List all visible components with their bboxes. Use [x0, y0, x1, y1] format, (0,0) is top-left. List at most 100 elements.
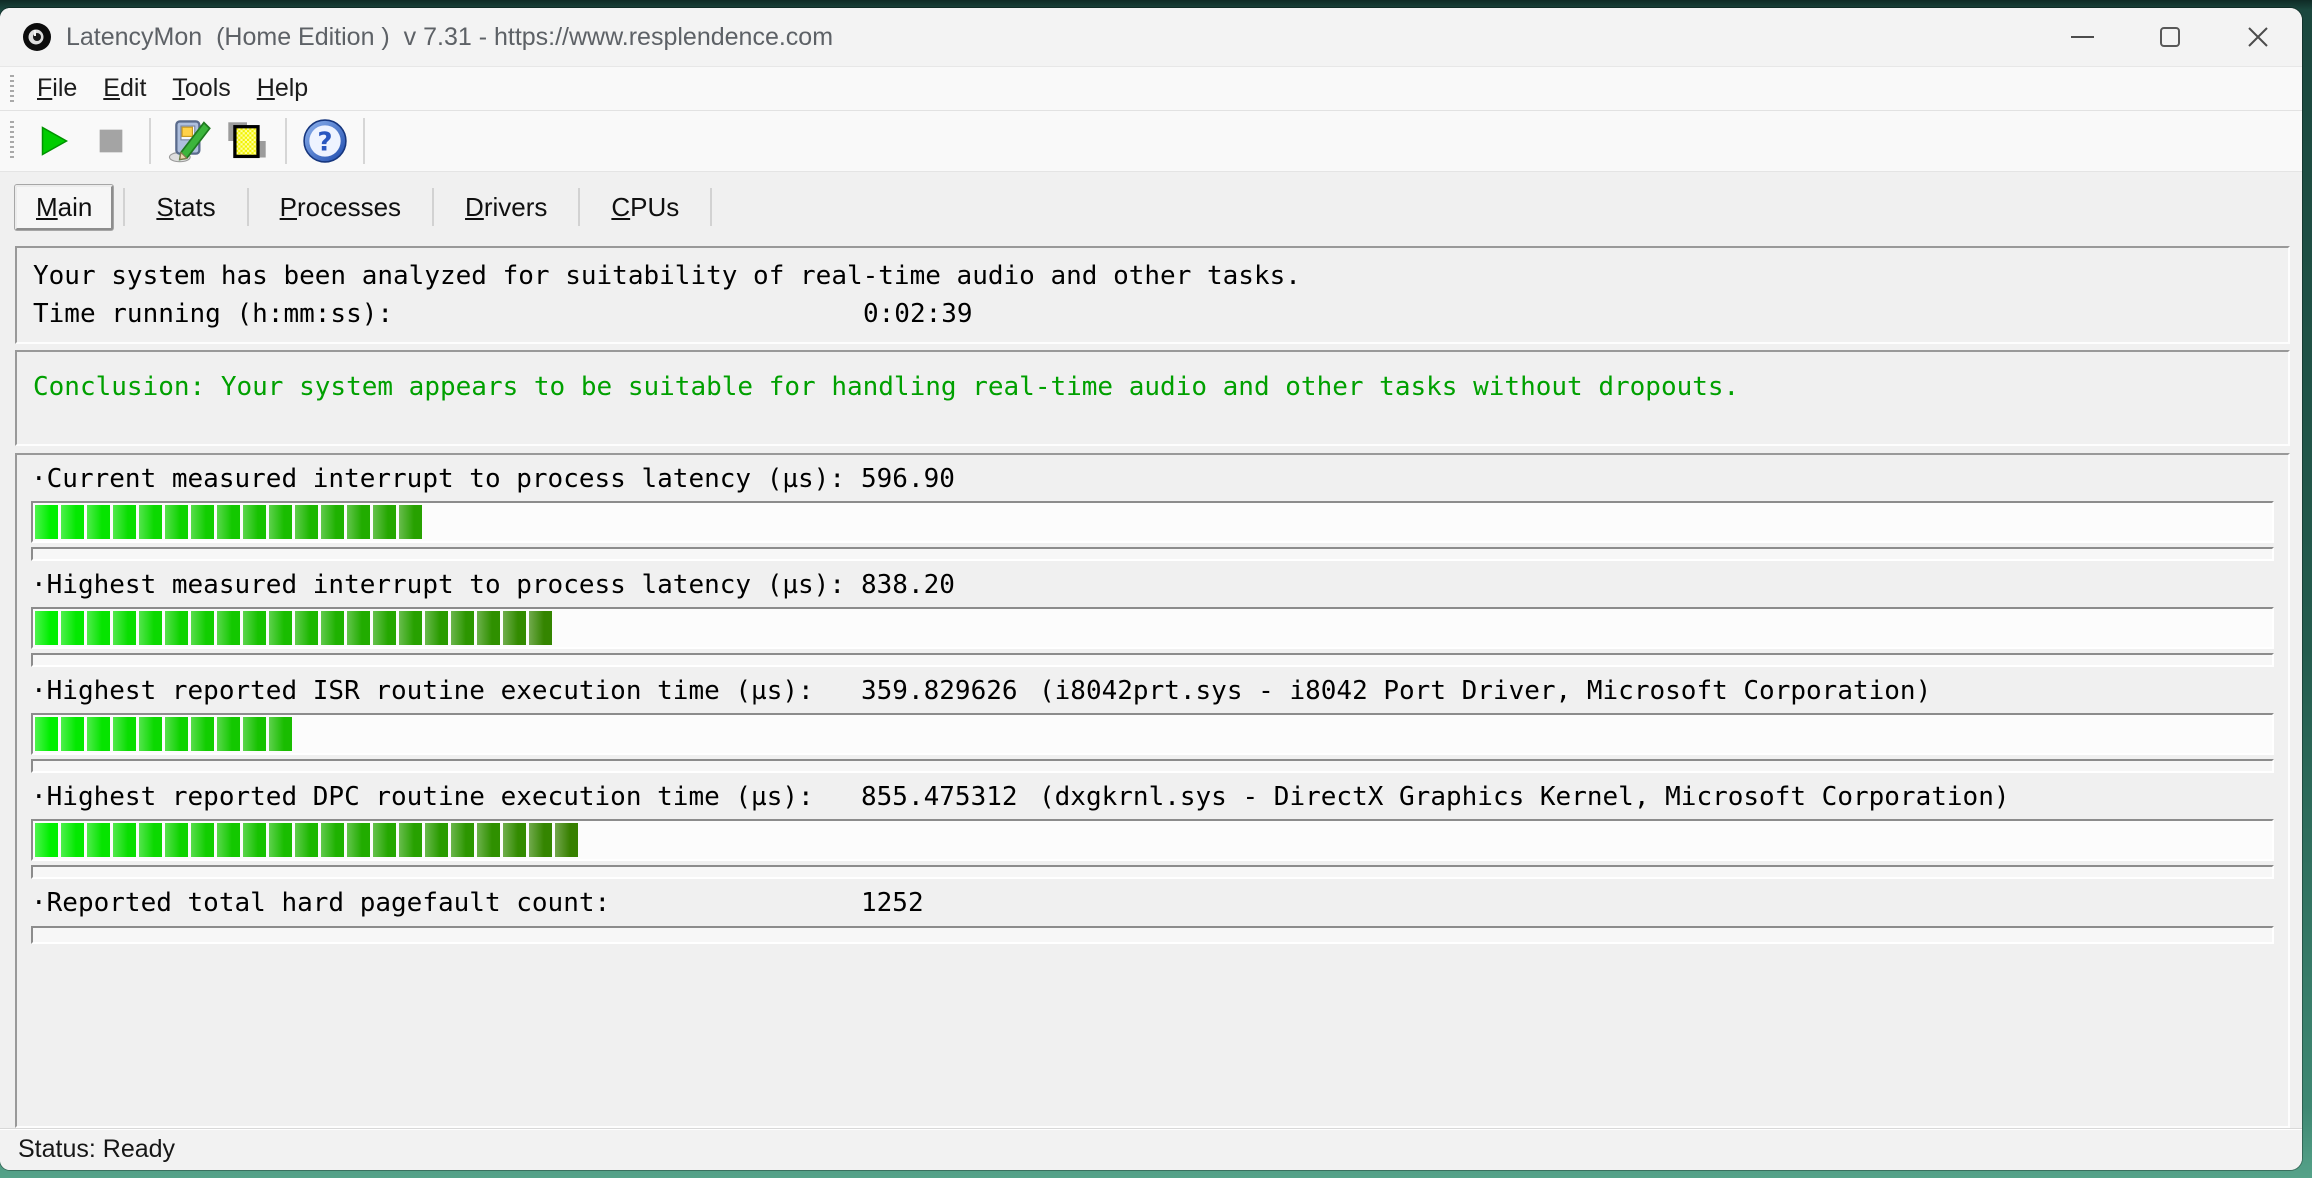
minimize-button[interactable] [2038, 8, 2126, 66]
help-button[interactable]: ? [296, 114, 354, 168]
progress-segment [191, 505, 214, 539]
progress-segment [243, 505, 266, 539]
menubar: File Edit Tools Help [0, 66, 2302, 110]
tab-bar: Main Stats Processes Drivers CPUs [0, 182, 2302, 232]
progress-segment [165, 717, 188, 751]
progress-segment [269, 505, 292, 539]
desktop-background: LatencyMon (Home Edition ) v 7.31 - http… [0, 0, 2312, 1178]
progress-segment [113, 611, 136, 645]
stop-monitoring-button[interactable] [82, 114, 140, 168]
time-running-label: Time running (h:mm:ss): [33, 295, 863, 333]
app-window: LatencyMon (Home Edition ) v 7.31 - http… [0, 8, 2302, 1170]
progress-segment [61, 717, 84, 751]
progress-segment [87, 505, 110, 539]
analysis-summary-box: Your system has been analyzed for suitab… [15, 246, 2290, 344]
status-text: Status: Ready [18, 1135, 175, 1164]
latency-progress-bar [31, 819, 2274, 861]
metric-label: ·Current measured interrupt to process l… [31, 465, 861, 493]
monitor-tool-icon [166, 118, 212, 164]
progress-segment [477, 823, 500, 857]
progress-segment [451, 611, 474, 645]
tab-separator [432, 188, 434, 226]
maximize-button[interactable] [2126, 8, 2214, 66]
progress-segment [399, 823, 422, 857]
progress-segment [191, 717, 214, 751]
progress-segment [61, 823, 84, 857]
progress-segment [503, 823, 526, 857]
menu-help[interactable]: Help [244, 74, 321, 103]
secondary-progress-bar [31, 653, 2274, 667]
progress-segment [191, 611, 214, 645]
tab-main[interactable]: Main [15, 185, 113, 230]
progress-segment [373, 611, 396, 645]
tab-separator [578, 188, 580, 226]
progress-segment [165, 823, 188, 857]
progress-segment [139, 505, 162, 539]
progress-segment [269, 823, 292, 857]
metric-value: 359.829626 [861, 677, 1039, 705]
progress-segment [165, 611, 188, 645]
start-monitoring-button[interactable] [24, 114, 82, 168]
window-controls [2038, 8, 2302, 66]
progress-segment [87, 823, 110, 857]
progress-segment [269, 611, 292, 645]
progress-segment [347, 823, 370, 857]
progress-segment [477, 611, 500, 645]
status-bar: Status: Ready [0, 1128, 2302, 1170]
close-button[interactable] [2214, 8, 2302, 66]
toolbar-separator [363, 118, 365, 164]
progress-segment [165, 505, 188, 539]
progress-segment [321, 505, 344, 539]
metric-row: ·Highest reported DPC routine execution … [31, 773, 2274, 879]
titlebar: LatencyMon (Home Edition ) v 7.31 - http… [0, 8, 2302, 66]
progress-segment [217, 717, 240, 751]
app-icon [22, 22, 52, 52]
metric-value: 838.20 [861, 571, 1039, 599]
progress-segments [35, 611, 2270, 645]
progress-segment [61, 505, 84, 539]
progress-segment [529, 611, 552, 645]
metric-value: 1252 [861, 889, 1039, 917]
progress-segment [321, 823, 344, 857]
progress-segment [399, 505, 422, 539]
progress-segment [425, 611, 448, 645]
progress-segment [295, 823, 318, 857]
toolbar-grip[interactable] [10, 121, 14, 161]
progress-segment [243, 823, 266, 857]
progress-segment [35, 611, 58, 645]
metric-label: ·Highest reported DPC routine execution … [31, 783, 861, 811]
menubar-grip[interactable] [10, 75, 14, 103]
latency-progress-bar [31, 501, 2274, 543]
menu-file[interactable]: File [24, 74, 90, 103]
progress-segment [87, 611, 110, 645]
progress-segment [139, 823, 162, 857]
metric-row: ·Reported total hard pagefault count: 12… [31, 879, 2274, 944]
copy-stack-icon [225, 119, 269, 163]
progress-segment [217, 505, 240, 539]
tab-processes[interactable]: Processes [259, 185, 422, 230]
secondary-progress-bar [31, 926, 2274, 944]
tab-drivers[interactable]: Drivers [444, 185, 568, 230]
conclusion-text: Conclusion: Your system appears to be su… [33, 368, 2288, 406]
progress-segment [35, 505, 58, 539]
conclusion-box: Conclusion: Your system appears to be su… [15, 350, 2290, 446]
progress-segment [217, 823, 240, 857]
tab-stats[interactable]: Stats [135, 185, 236, 230]
progress-segment [269, 717, 292, 751]
toolbar: ? [0, 110, 2302, 172]
progress-segment [35, 717, 58, 751]
metric-label: ·Highest reported ISR routine execution … [31, 677, 861, 705]
progress-segment [425, 823, 448, 857]
progress-segment [113, 717, 136, 751]
menu-edit[interactable]: Edit [90, 74, 159, 103]
metric-value: 855.475312 [861, 783, 1039, 811]
progress-segment [35, 823, 58, 857]
tab-cpus[interactable]: CPUs [590, 185, 700, 230]
close-icon [2246, 25, 2270, 49]
options-button[interactable] [160, 114, 218, 168]
copy-report-button[interactable] [218, 114, 276, 168]
secondary-progress-bar [31, 865, 2274, 879]
progress-segment [529, 823, 552, 857]
menu-tools[interactable]: Tools [159, 74, 243, 103]
progress-segments [35, 717, 2270, 751]
